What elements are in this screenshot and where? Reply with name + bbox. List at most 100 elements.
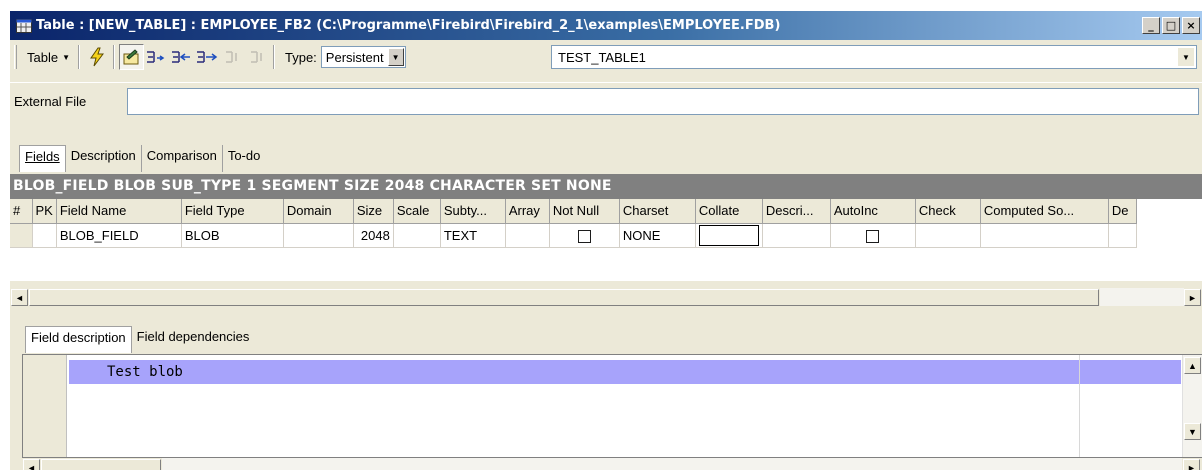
- edit-field-button[interactable]: [119, 44, 144, 70]
- maximize-button[interactable]: □: [1162, 17, 1180, 34]
- move-down-icon: [250, 51, 262, 63]
- tab-todo-label: To-do: [227, 148, 261, 163]
- pk-cell[interactable]: [32, 223, 57, 248]
- column-header[interactable]: Scale: [393, 199, 441, 224]
- editor-tabs: Fields Description Comparison To-do: [19, 145, 265, 172]
- collate-editor[interactable]: [698, 224, 759, 246]
- column-header[interactable]: Domain: [283, 199, 354, 224]
- column-header[interactable]: Size: [353, 199, 394, 224]
- domain-cell[interactable]: [283, 223, 354, 248]
- not-null-cell[interactable]: [549, 223, 620, 248]
- column-header[interactable]: Check: [915, 199, 981, 224]
- right-margin-line: [1079, 355, 1080, 457]
- column-header[interactable]: Computed So...: [980, 199, 1109, 224]
- column-header[interactable]: PK: [32, 199, 57, 224]
- column-header[interactable]: Field Type: [181, 199, 284, 224]
- scale-cell[interactable]: [393, 223, 441, 248]
- chevron-left-icon: ◄: [27, 462, 36, 470]
- chevron-down-icon[interactable]: ▼: [387, 48, 404, 66]
- external-file-input[interactable]: [127, 88, 1199, 115]
- tab-comparison[interactable]: Comparison: [142, 145, 223, 172]
- tab-todo[interactable]: To-do: [223, 145, 266, 172]
- column-header[interactable]: #: [10, 199, 33, 224]
- autoinc-cell[interactable]: [830, 223, 916, 248]
- row-indicator[interactable]: [10, 223, 33, 248]
- editor-vertical-scrollbar[interactable]: ▲ ▼: [1182, 355, 1202, 457]
- minimize-icon: _: [1148, 19, 1154, 32]
- charset-cell[interactable]: NONE: [619, 223, 696, 248]
- tab-field-description[interactable]: Field description: [25, 326, 132, 353]
- column-header[interactable]: De: [1108, 199, 1137, 224]
- type-value: Persistent: [325, 49, 384, 65]
- scroll-down-button[interactable]: ▼: [1184, 423, 1201, 440]
- window-title: Table : [NEW_TABLE] : EMPLOYEE_FB2 (C:\P…: [36, 18, 781, 33]
- column-header[interactable]: Collate: [695, 199, 763, 224]
- scroll-left-button[interactable]: ◄: [11, 289, 28, 306]
- description-cell[interactable]: [762, 223, 831, 248]
- maximize-icon: □: [1165, 19, 1177, 32]
- column-header[interactable]: AutoInc: [830, 199, 916, 224]
- tab-fields[interactable]: Fields: [19, 145, 66, 172]
- tab-description[interactable]: Description: [66, 145, 142, 172]
- column-header[interactable]: Field Name: [56, 199, 182, 224]
- chevron-left-icon: ◄: [15, 292, 24, 303]
- array-cell[interactable]: [505, 223, 550, 248]
- grid-header-row: # PK Field Name Field Type Domain Size S…: [10, 199, 1137, 224]
- scroll-right-button[interactable]: ►: [1183, 459, 1200, 470]
- field-description-text[interactable]: Test blob: [107, 361, 183, 383]
- scroll-left-button[interactable]: ◄: [23, 459, 40, 470]
- scroll-track[interactable]: [162, 458, 1182, 470]
- tab-field-description-label: Field description: [31, 330, 126, 345]
- scroll-right-button[interactable]: ►: [1184, 289, 1201, 306]
- insert-field-icon: [171, 51, 190, 63]
- check-cell[interactable]: [915, 223, 981, 248]
- subtype-cell[interactable]: TEXT: [440, 223, 506, 248]
- scroll-thumb[interactable]: [41, 459, 161, 470]
- current-line-highlight: [69, 360, 1181, 384]
- toolbar-separator: [273, 45, 275, 69]
- default-cell[interactable]: [1108, 223, 1137, 248]
- title-bar[interactable]: Table : [NEW_TABLE] : EMPLOYEE_FB2 (C:\P…: [10, 11, 1202, 40]
- field-type-cell[interactable]: BLOB: [181, 223, 284, 248]
- delete-field-button[interactable]: [194, 44, 219, 70]
- table-menu-button[interactable]: Table ▼: [23, 45, 74, 69]
- close-button[interactable]: ×: [1182, 17, 1200, 34]
- tab-field-dependencies[interactable]: Field dependencies: [132, 326, 255, 353]
- chevron-down-icon[interactable]: ▼: [1178, 48, 1194, 66]
- table-menu-label: Table: [27, 49, 59, 65]
- column-header[interactable]: Charset: [619, 199, 696, 224]
- autoinc-checkbox[interactable]: [866, 229, 880, 243]
- size-cell[interactable]: 2048: [353, 223, 394, 248]
- add-field-button[interactable]: [144, 44, 169, 70]
- field-description-editor[interactable]: Test blob ▲ ▼: [22, 354, 1202, 458]
- column-header[interactable]: Descri...: [762, 199, 831, 224]
- editor-horizontal-scrollbar[interactable]: ◄ ►: [22, 458, 1202, 470]
- scroll-track[interactable]: [1100, 288, 1184, 306]
- field-ddl-header: BLOB_FIELD BLOB SUB_TYPE 1 SEGMENT SIZE …: [10, 174, 1202, 199]
- field-name-cell[interactable]: BLOB_FIELD: [56, 223, 182, 248]
- tab-description-label: Description: [70, 148, 136, 163]
- toolbar: Table ▼ Type: Persistent ▼ TEST_TABLE1 ▼: [10, 40, 1202, 74]
- insert-field-button[interactable]: [169, 44, 194, 70]
- scroll-thumb[interactable]: [29, 289, 1099, 306]
- compile-button[interactable]: [84, 44, 109, 70]
- column-header[interactable]: Not Null: [549, 199, 620, 224]
- collate-cell[interactable]: [695, 223, 763, 248]
- fields-grid[interactable]: # PK Field Name Field Type Domain Size S…: [10, 199, 1202, 281]
- scroll-up-button[interactable]: ▲: [1184, 357, 1201, 374]
- column-header[interactable]: Subty...: [440, 199, 506, 224]
- grid-horizontal-scrollbar[interactable]: ◄ ►: [10, 288, 1202, 306]
- toolbar-grip[interactable]: [14, 45, 17, 69]
- not-null-checkbox[interactable]: [577, 229, 591, 243]
- table-row[interactable]: BLOB_FIELD BLOB 2048 TEXT NONE: [10, 223, 1137, 248]
- column-header[interactable]: Array: [505, 199, 550, 224]
- type-select[interactable]: Persistent ▼: [320, 46, 406, 68]
- move-up-button[interactable]: [219, 44, 244, 70]
- table-name-input[interactable]: TEST_TABLE1 ▼: [551, 45, 1197, 69]
- chevron-up-icon: ▲: [1188, 360, 1197, 371]
- computed-source-cell[interactable]: [980, 223, 1109, 248]
- move-down-button[interactable]: [244, 44, 269, 70]
- close-icon: ×: [1186, 19, 1196, 32]
- compile-icon: [89, 47, 104, 67]
- minimize-button[interactable]: _: [1142, 17, 1160, 34]
